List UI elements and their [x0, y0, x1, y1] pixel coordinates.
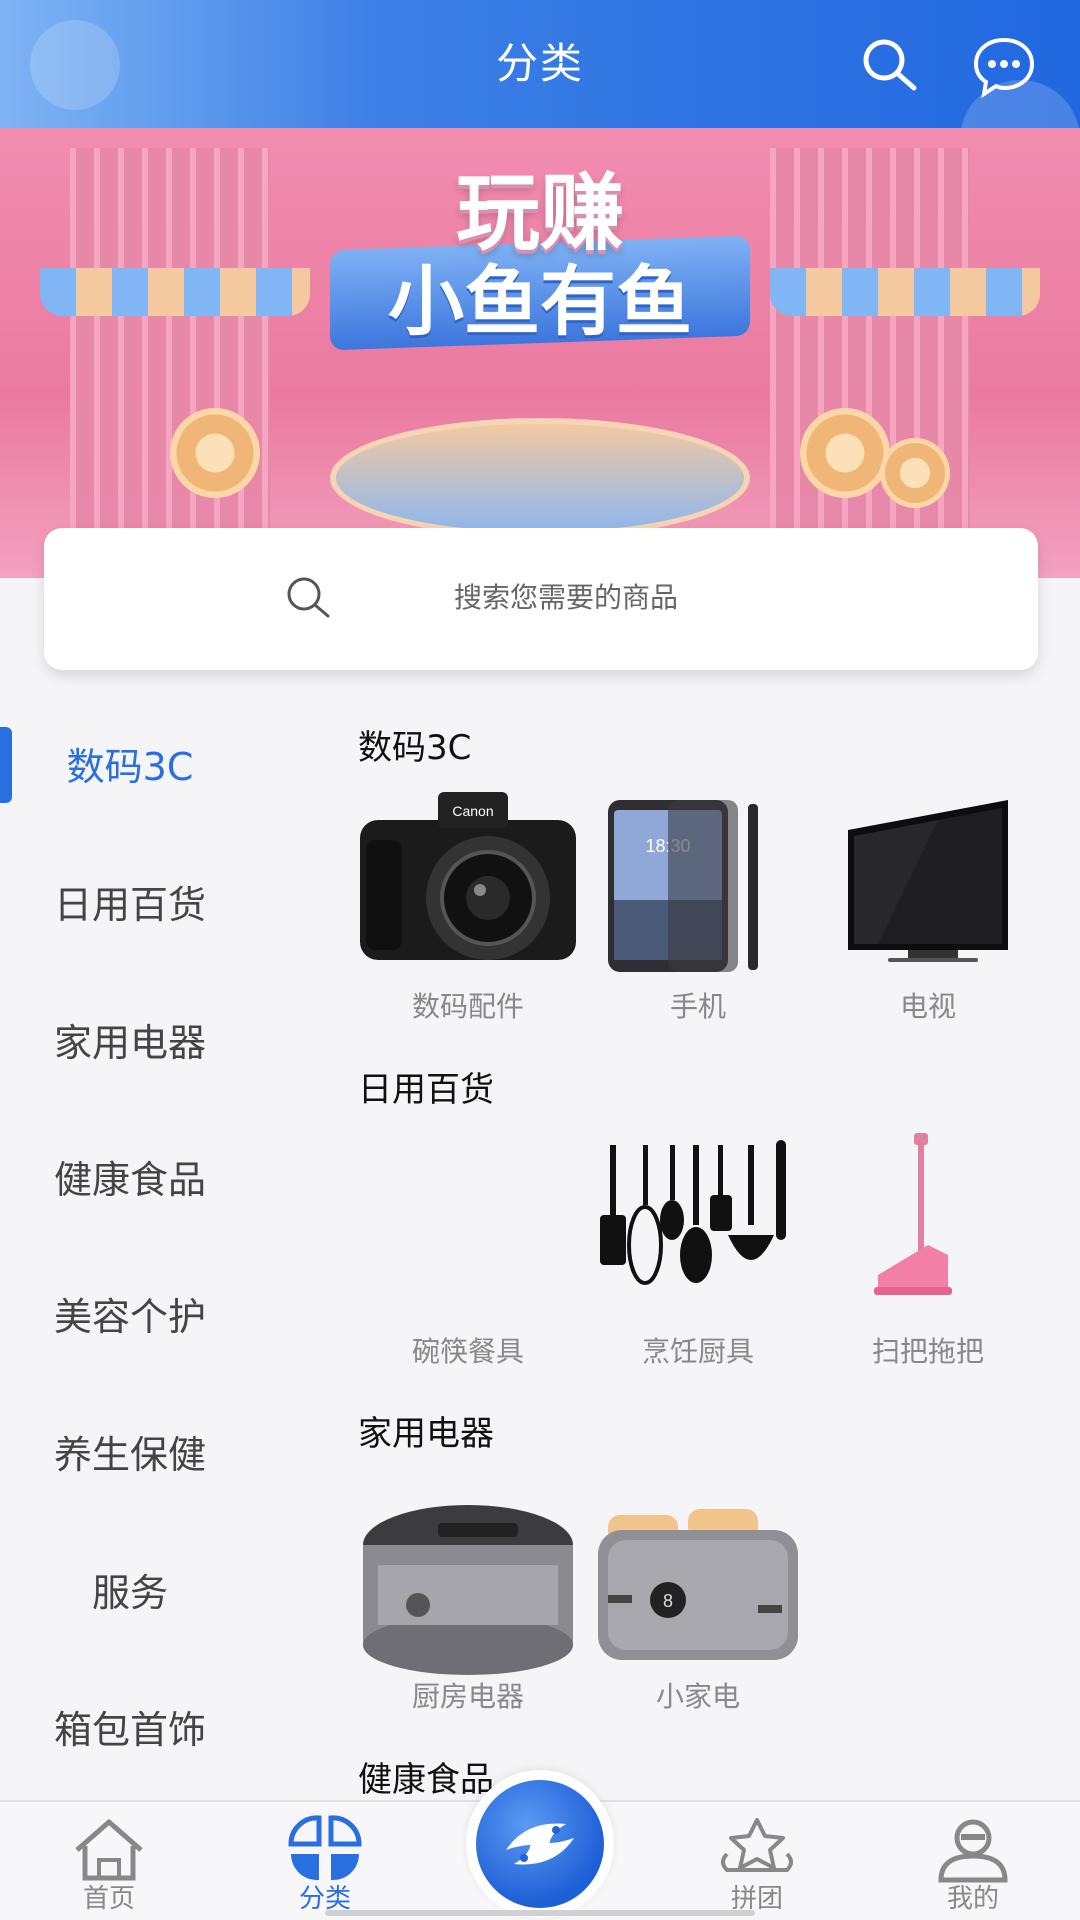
search-placeholder: 搜索您需要的商品 — [454, 581, 679, 614]
sidebar-item-health-food[interactable]: 健康食品 — [0, 1140, 260, 1220]
section-title: 家用电器 — [358, 1414, 494, 1454]
section-title: 数码3C — [358, 728, 472, 768]
nav-home-label: 首页 — [82, 1884, 135, 1914]
product-label[interactable]: 手机 — [588, 985, 808, 1025]
sidebar-item-appliances[interactable]: 家用电器 — [0, 1003, 260, 1083]
phone-icon[interactable]: 18:30 — [588, 780, 808, 1000]
home-icon — [75, 1819, 143, 1881]
home-indicator — [325, 1910, 755, 1916]
nav-profile[interactable]: 我的 — [898, 1802, 1048, 1920]
product-image-placeholder[interactable] — [358, 1125, 578, 1345]
lollipop-icon — [800, 408, 890, 498]
kitchen-tools-icon[interactable] — [588, 1125, 808, 1345]
sidebar-item-services[interactable]: 服务 — [0, 1553, 260, 1633]
rice-cooker-icon[interactable] — [358, 1475, 578, 1695]
product-label[interactable]: 扫把拖把 — [818, 1330, 1038, 1370]
svg-text:Canon: Canon — [452, 803, 493, 819]
sidebar-item-bags-jewelry[interactable]: 箱包首饰 — [0, 1690, 260, 1770]
toaster-icon[interactable]: 8 — [588, 1475, 808, 1695]
message-icon[interactable] — [972, 34, 1036, 98]
profile-icon — [938, 1819, 1008, 1883]
promo-banner[interactable]: 玩赚 小鱼有鱼 — [0, 128, 1080, 578]
dustpan-icon[interactable] — [818, 1125, 1038, 1345]
category-sidebar: 数码3C 日用百货 家用电器 健康食品 美容个护 养生保健 服务 箱包首饰 — [0, 700, 260, 1800]
category-icon — [288, 1815, 362, 1881]
camera-icon[interactable]: Canon — [358, 780, 578, 1000]
product-label[interactable]: 电视 — [818, 985, 1038, 1025]
banner-carousel-stage — [330, 418, 750, 538]
section-title: 健康食品 — [358, 1760, 494, 1800]
center-fab-button[interactable] — [466, 1770, 614, 1918]
svg-text:8: 8 — [663, 1591, 673, 1611]
banner-subheadline: 小鱼有鱼 — [388, 257, 692, 346]
category-content: 数码3C Canon 数码配件 18:30 手机 电视 日用百货 碗筷餐具 — [358, 700, 1058, 1800]
search-icon[interactable] — [858, 34, 922, 98]
product-label[interactable]: 小家电 — [588, 1675, 808, 1715]
fish-logo-icon — [476, 1780, 604, 1908]
sidebar-item-daily-goods[interactable]: 日用百货 — [0, 865, 260, 945]
sidebar-item-beauty[interactable]: 美容个护 — [0, 1277, 260, 1357]
nav-home[interactable]: 首页 — [34, 1802, 184, 1920]
group-buy-icon — [721, 1818, 793, 1872]
product-label[interactable]: 碗筷餐具 — [358, 1330, 578, 1370]
product-label[interactable]: 烹饪厨具 — [588, 1330, 808, 1370]
section-title: 日用百货 — [358, 1070, 494, 1110]
sidebar-item-wellness[interactable]: 养生保健 — [0, 1415, 260, 1495]
search-icon — [287, 577, 330, 618]
product-label[interactable]: 厨房电器 — [358, 1675, 578, 1715]
lollipop-icon — [880, 438, 950, 508]
nav-group-buy[interactable]: 拼团 — [682, 1802, 832, 1920]
product-label[interactable]: 数码配件 — [358, 985, 578, 1025]
nav-profile-label: 我的 — [946, 1884, 999, 1914]
sidebar-item-digital[interactable]: 数码3C — [0, 727, 260, 807]
lollipop-icon — [170, 408, 260, 498]
nav-category[interactable]: 分类 — [250, 1802, 400, 1920]
tv-icon[interactable] — [818, 780, 1038, 1000]
search-bar[interactable]: 搜索您需要的商品 — [44, 528, 1038, 670]
top-header: 分类 — [0, 0, 1080, 128]
